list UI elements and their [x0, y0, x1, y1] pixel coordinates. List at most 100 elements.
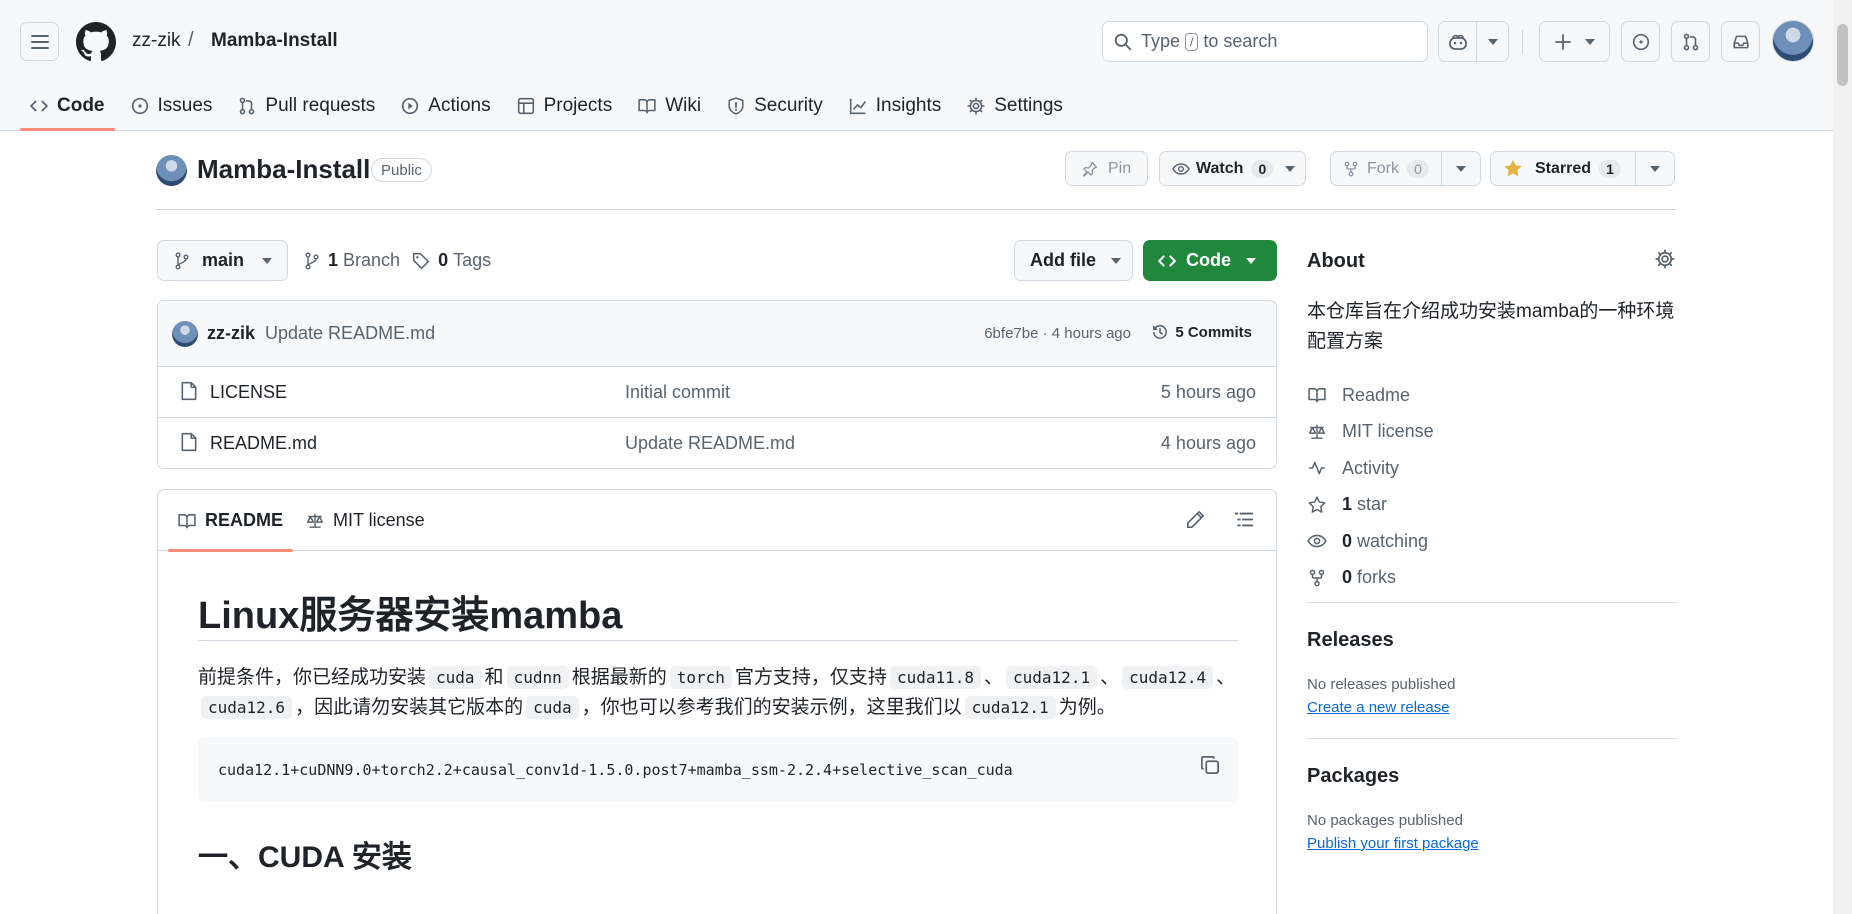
inline-code: cuda	[429, 666, 482, 689]
branch-icon	[305, 252, 319, 269]
file-commit-message[interactable]: Initial commit	[625, 382, 730, 403]
inline-code: torch	[669, 666, 732, 689]
commit-author-avatar[interactable]	[172, 320, 198, 347]
book-icon	[178, 513, 196, 529]
tags-link[interactable]: 0 Tags	[412, 250, 491, 271]
readme-content: Linux服务器安装mamba 前提条件，你已经成功安装 cuda 和 cudnn 根据…	[198, 551, 1238, 876]
tab-license[interactable]: MIT license	[306, 490, 425, 551]
gear-icon[interactable]	[1655, 249, 1675, 269]
forks-count: 0	[1342, 567, 1353, 588]
code-clone-button[interactable]: Code	[1143, 240, 1277, 281]
text-segment: 官方支持，仅支持	[734, 667, 887, 688]
branch-count: 1	[328, 250, 339, 270]
about-heading: About	[1307, 250, 1365, 272]
branch-word: Branch	[343, 250, 401, 270]
publish-package-link[interactable]: Publish your first package	[1307, 835, 1479, 852]
tab-code[interactable]: Code	[20, 82, 115, 131]
add-file-button[interactable]: Add file	[1014, 240, 1133, 281]
sidebar-divider	[1307, 602, 1677, 603]
history-icon	[1153, 325, 1168, 339]
create-new-button[interactable]	[1539, 21, 1610, 62]
inline-code: cuda11.8	[889, 666, 981, 689]
tab-actions[interactable]: Actions	[391, 82, 500, 130]
code-icon	[1158, 254, 1176, 267]
tab-pull-requests[interactable]: Pull requests	[228, 82, 385, 130]
tab-readme[interactable]: README	[167, 490, 294, 552]
file-icon	[181, 381, 197, 401]
star-dropdown[interactable]	[1635, 152, 1674, 185]
table-row[interactable]: README.md Update README.md 4 hours ago	[158, 418, 1276, 468]
license-link[interactable]: MIT license	[1307, 414, 1434, 451]
book-icon	[1308, 388, 1326, 403]
inbox-button[interactable]	[1721, 21, 1760, 62]
code-block-text: cuda12.1+cuDNN9.0+torch2.2+causal_conv1d…	[218, 761, 1013, 779]
fork-count: 0	[1407, 159, 1429, 178]
packages-heading[interactable]: Packages	[1307, 765, 1399, 788]
tab-security[interactable]: Security	[717, 82, 833, 130]
fork-button[interactable]: Fork 0	[1330, 151, 1481, 186]
watching-link[interactable]: 0 watching	[1307, 523, 1434, 560]
breadcrumb-separator: /	[188, 29, 194, 51]
outline-list-icon[interactable]	[1234, 510, 1254, 529]
repo-title[interactable]: Mamba-Install	[197, 154, 370, 185]
star-button[interactable]: Starred 1	[1490, 151, 1676, 186]
commit-message[interactable]: Update README.md	[265, 323, 435, 344]
breadcrumb-owner[interactable]: zz-zik	[132, 30, 181, 52]
watching-count: 0	[1342, 530, 1353, 551]
issues-button[interactable]	[1621, 21, 1660, 62]
tab-label: Wiki	[665, 95, 702, 116]
user-avatar[interactable]	[1772, 20, 1814, 62]
sidebar-divider	[1307, 738, 1677, 739]
table-row[interactable]: LICENSE Initial commit 5 hours ago	[158, 367, 1276, 418]
activity-link[interactable]: Activity	[1307, 450, 1434, 487]
pull-requests-button[interactable]	[1671, 21, 1710, 62]
commit-meta[interactable]: 6bfe7be · 4 hours ago	[984, 325, 1131, 342]
commits-label: 5 Commits	[1175, 323, 1252, 341]
owner-avatar[interactable]	[156, 155, 187, 186]
copilot-button[interactable]	[1438, 21, 1509, 62]
packages-empty-text: No packages published	[1307, 812, 1463, 829]
visibility-badge: Public	[371, 158, 432, 182]
tab-wiki[interactable]: Wiki	[628, 82, 711, 130]
pin-label: Pin	[1108, 159, 1132, 177]
scrollbar-thumb[interactable]	[1837, 24, 1848, 86]
tab-insights[interactable]: Insights	[839, 82, 951, 130]
menu-button[interactable]	[20, 22, 59, 61]
github-logo-icon[interactable]	[76, 22, 116, 62]
chevron-down-icon	[1650, 165, 1661, 172]
releases-heading[interactable]: Releases	[1307, 629, 1394, 652]
forks-link[interactable]: 0 forks	[1307, 560, 1434, 597]
inline-code: cuda	[526, 696, 579, 719]
tag-icon	[412, 252, 430, 269]
license-link-label: MIT license	[1342, 421, 1434, 442]
edit-pencil-icon[interactable]	[1186, 510, 1205, 529]
releases-empty-text: No releases published	[1307, 676, 1456, 693]
star-count: 1	[1599, 159, 1622, 178]
tab-settings[interactable]: Settings	[957, 82, 1073, 130]
page-scrollbar[interactable]	[1833, 0, 1852, 914]
watch-button[interactable]: Watch 0	[1159, 151, 1307, 186]
create-release-link[interactable]: Create a new release	[1307, 699, 1450, 716]
branch-selector[interactable]: main	[157, 240, 288, 281]
code-icon	[30, 100, 48, 112]
branches-link[interactable]: 1 Branch	[304, 250, 400, 271]
tab-label: Issues	[157, 95, 213, 116]
pin-button[interactable]: Pin	[1065, 151, 1149, 186]
commit-author[interactable]: zz-zik	[207, 323, 255, 344]
file-commit-message[interactable]: Update README.md	[625, 433, 795, 454]
file-age: 4 hours ago	[1160, 433, 1256, 453]
tab-issues[interactable]: Issues	[121, 82, 223, 130]
readme-link[interactable]: Readme	[1307, 377, 1434, 414]
tab-projects[interactable]: Projects	[507, 82, 623, 130]
file-name[interactable]: README.md	[210, 433, 317, 454]
chevron-down-icon	[1487, 38, 1498, 45]
search-shortcut-key: /	[1185, 32, 1199, 51]
commits-link[interactable]: 5 Commits	[1151, 323, 1252, 341]
fork-dropdown[interactable]	[1441, 152, 1480, 185]
search-input[interactable]: Type / to search	[1102, 21, 1428, 62]
copy-icon[interactable]	[1200, 755, 1220, 775]
breadcrumb-repo[interactable]: Mamba-Install	[211, 30, 338, 52]
file-name[interactable]: LICENSE	[210, 382, 287, 403]
text-segment: 和	[484, 667, 504, 688]
stars-link[interactable]: 1 star	[1307, 487, 1434, 524]
